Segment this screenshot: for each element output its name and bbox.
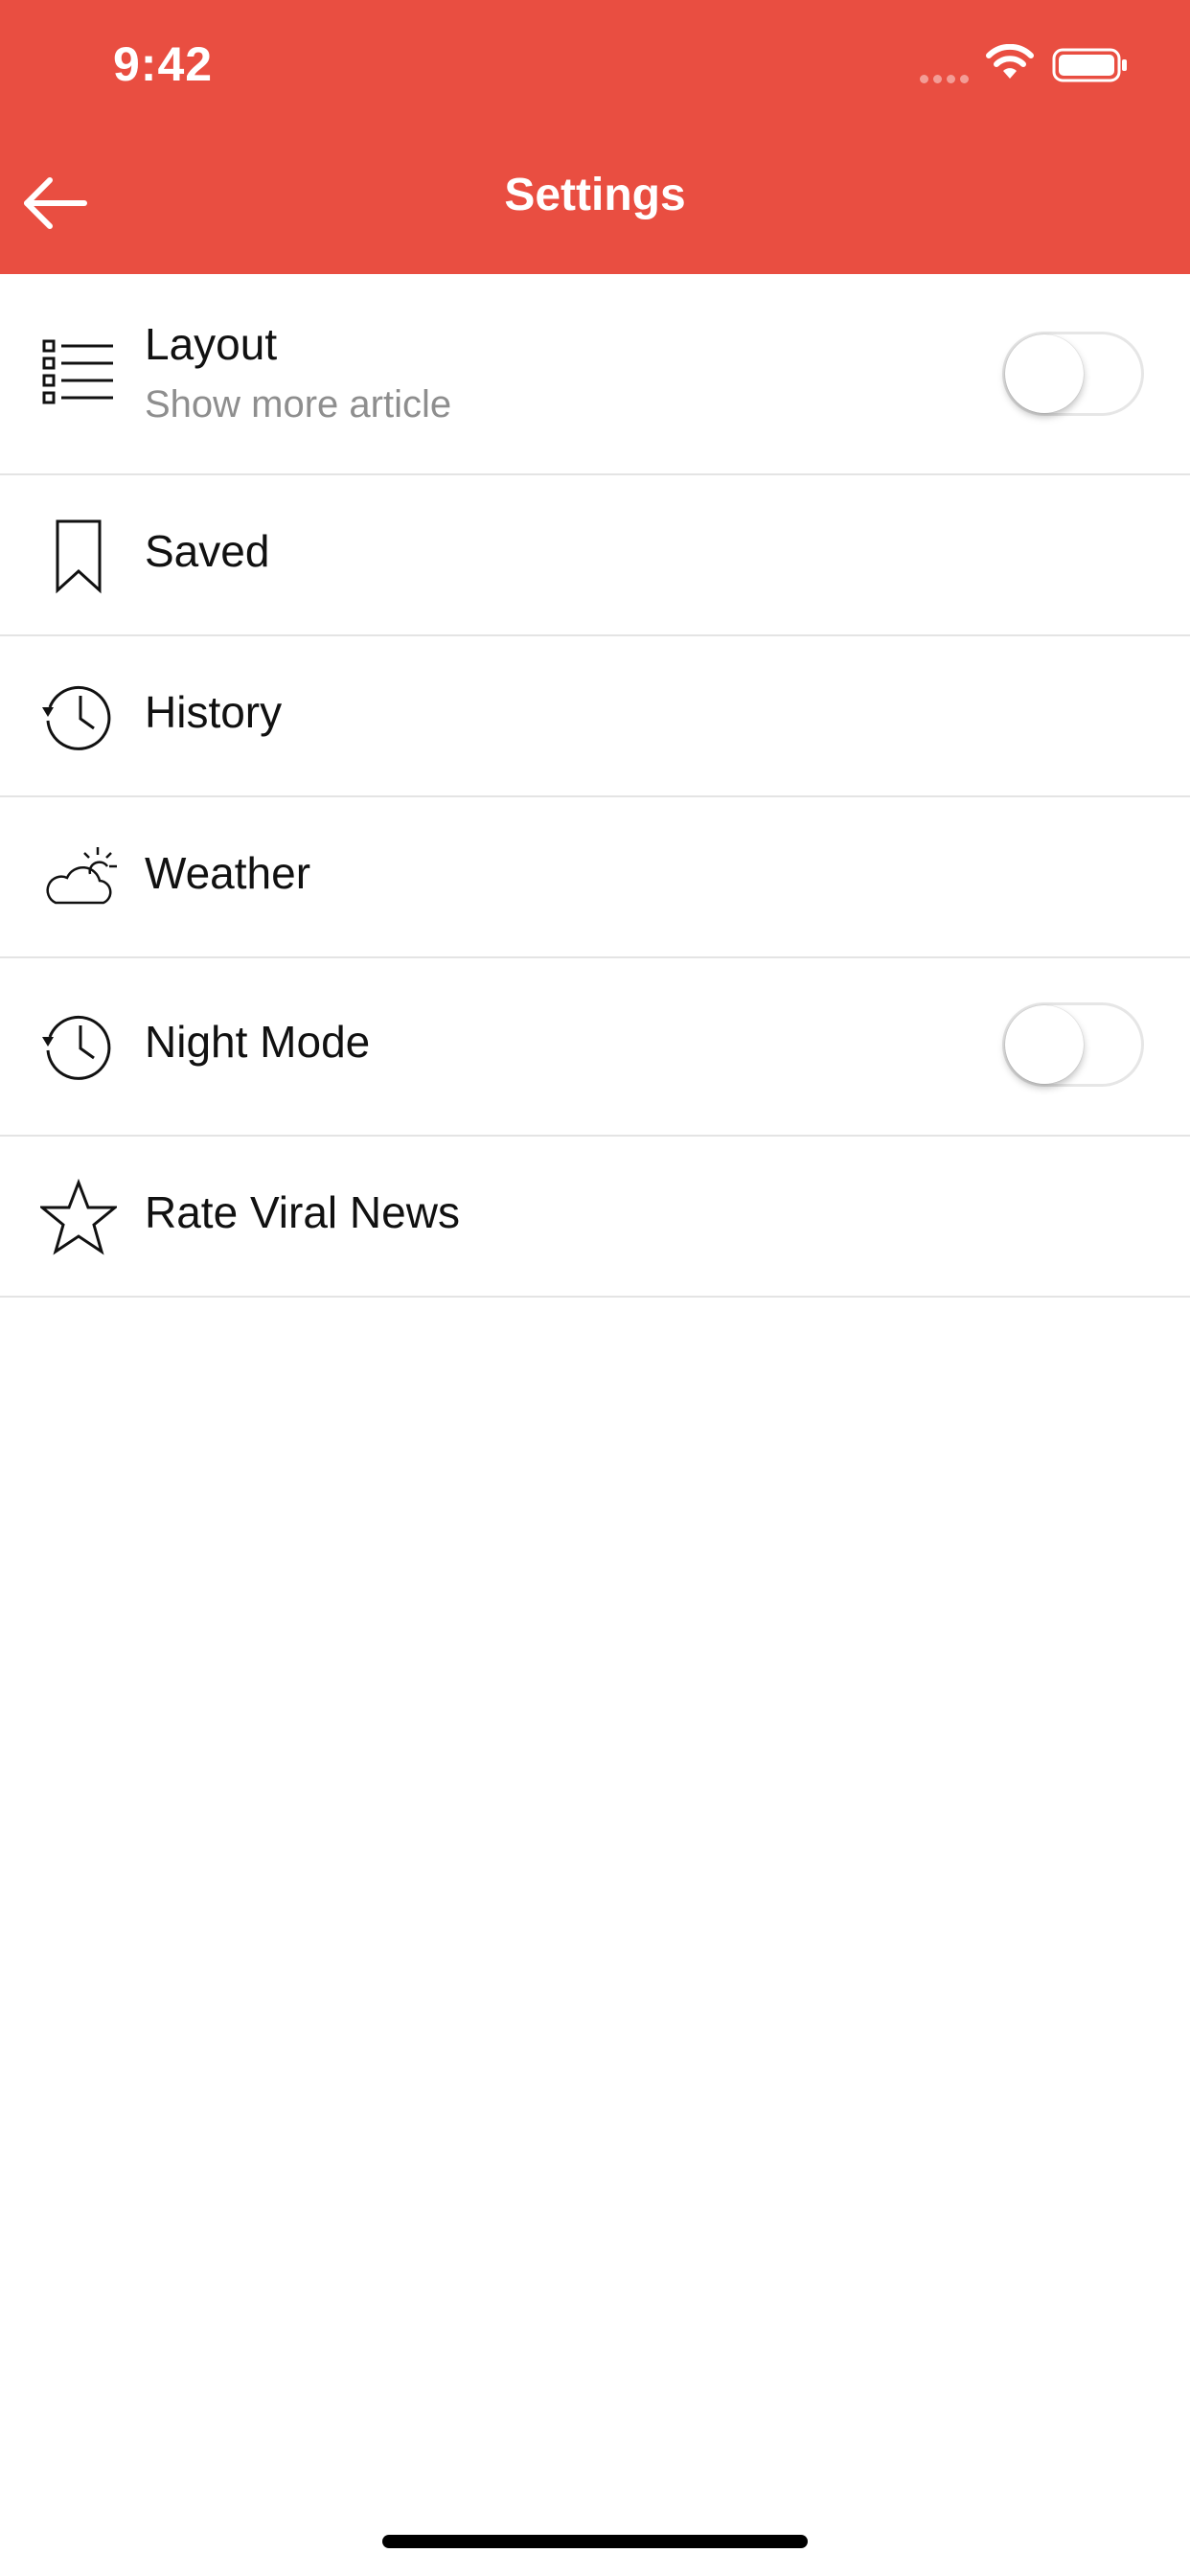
setting-row-layout[interactable]: Layout Show more article	[0, 274, 1190, 475]
night-mode-toggle[interactable]	[1002, 1002, 1144, 1087]
wifi-icon	[986, 44, 1034, 79]
history-icon	[42, 685, 111, 750]
setting-label-night-mode: Night Mode	[145, 1017, 371, 1067]
setting-label-layout: Layout	[145, 319, 278, 369]
setting-row-saved[interactable]: Saved	[0, 475, 1190, 636]
setting-label-rate: Rate Viral News	[145, 1187, 460, 1237]
setting-label-saved: Saved	[145, 526, 270, 576]
layout-toggle[interactable]	[1002, 332, 1144, 416]
setting-label-weather: Weather	[145, 848, 311, 898]
list-icon	[42, 339, 113, 404]
setting-subtitle-layout: Show more article	[145, 383, 452, 426]
app-header: 9:42 Settings	[0, 0, 1190, 274]
setting-row-weather[interactable]: Weather	[0, 797, 1190, 958]
status-time: 9:42	[113, 37, 214, 91]
home-indicator[interactable]	[382, 2535, 808, 2548]
bookmark-icon	[56, 519, 102, 594]
history-icon	[42, 1015, 111, 1080]
setting-row-rate[interactable]: Rate Viral News	[0, 1137, 1190, 1298]
cloud-sun-icon	[46, 847, 117, 905]
setting-row-night-mode[interactable]: Night Mode	[0, 958, 1190, 1137]
page-title: Settings	[504, 170, 686, 220]
star-icon	[40, 1179, 117, 1255]
toggle-knob	[1005, 334, 1084, 413]
setting-row-history[interactable]: History	[0, 636, 1190, 797]
battery-icon	[1052, 48, 1127, 82]
setting-label-history: History	[145, 687, 283, 737]
cellular-signal-icon	[920, 71, 973, 88]
toggle-knob	[1005, 1005, 1084, 1084]
